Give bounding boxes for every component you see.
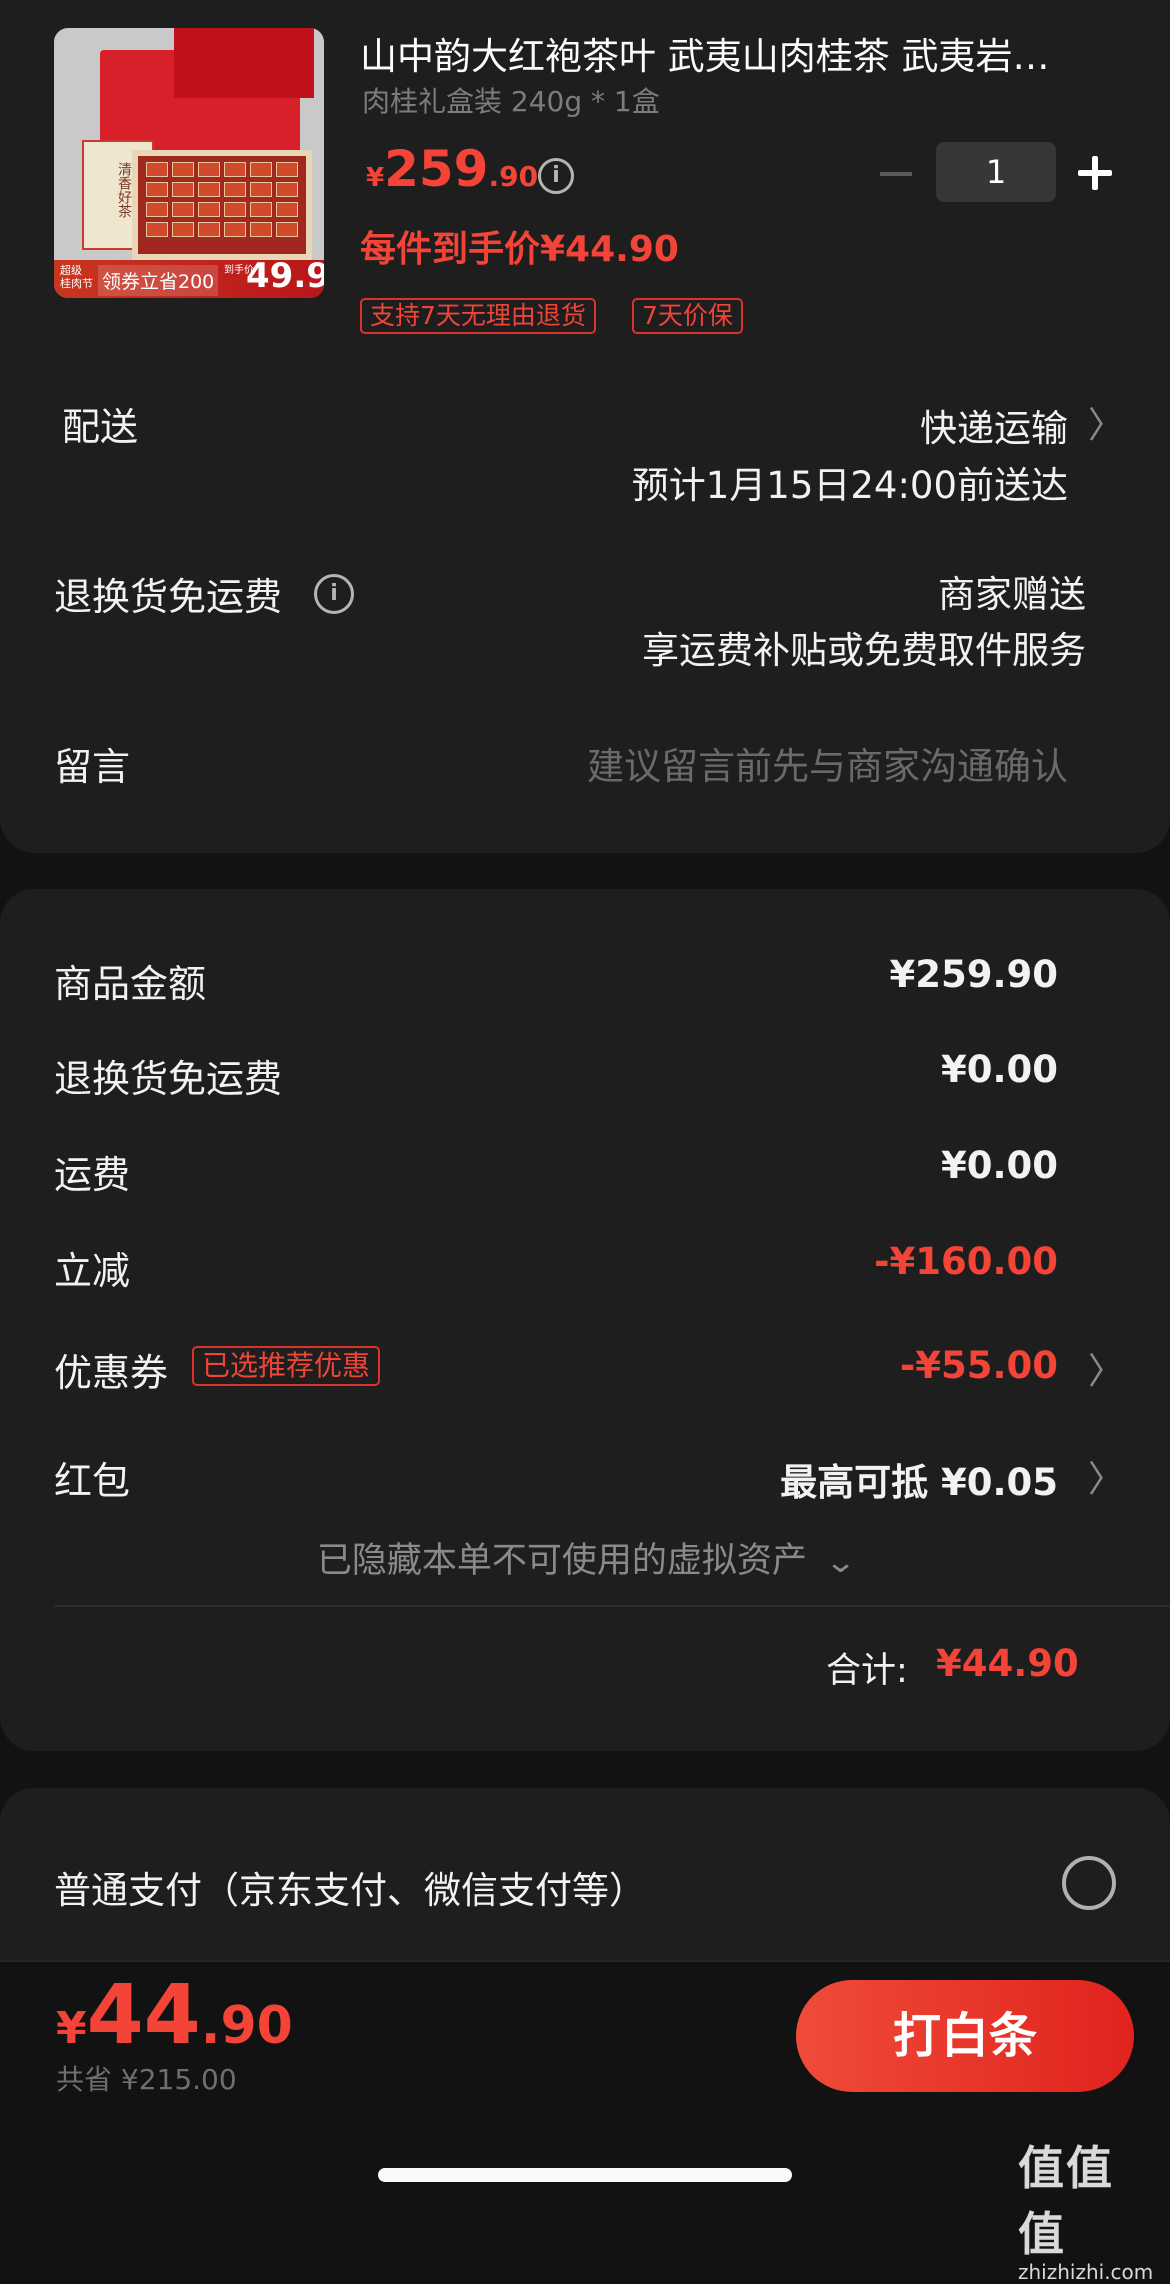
- watermark-domain: zhizhizhi.com: [1018, 2260, 1154, 2284]
- summary-divider: [54, 1605, 1170, 1607]
- summary-goods-value: ¥259.90: [889, 953, 1058, 996]
- radio-icon[interactable]: [1062, 1856, 1116, 1910]
- summary-goods-label: 商品金额: [54, 962, 207, 1006]
- chevron-right-icon[interactable]: 〉: [1088, 1450, 1124, 1502]
- coupon-label: 优惠券: [54, 1351, 169, 1395]
- unit-price-label: 每件到手价¥44.90: [360, 229, 679, 270]
- price-decimal: .90: [488, 160, 539, 193]
- return-shipping-label: 退换货免运费: [54, 575, 283, 619]
- product-title[interactable]: 山中韵大红袍茶叶 武夷山肉桂茶 武夷岩…: [360, 26, 1100, 80]
- info-icon[interactable]: i: [538, 158, 574, 194]
- chevron-down-icon: ⌄: [824, 1545, 857, 1580]
- quantity-input[interactable]: 1: [936, 142, 1056, 202]
- hidden-assets-toggle[interactable]: 已隐藏本单不可使用的虚拟资产 ⌄: [0, 1532, 1170, 1583]
- return-shipping-desc: 享运费补贴或免费取件服务: [642, 629, 1086, 672]
- checkout-total-integer: 44: [86, 1968, 201, 2063]
- delivery-label: 配送: [62, 405, 139, 449]
- gift-bag-image: [174, 28, 314, 98]
- price-integer: 259: [384, 140, 489, 198]
- saved-amount: 共省 ¥215.00: [56, 2063, 237, 2096]
- chevron-right-icon[interactable]: 〉: [1088, 396, 1124, 448]
- info-icon[interactable]: i: [314, 574, 354, 614]
- return-shipping-value: 商家赠送: [938, 573, 1086, 616]
- checkout-total-decimal: .90: [200, 1996, 293, 2056]
- home-indicator[interactable]: [378, 2168, 792, 2182]
- product-price: ¥259.90: [366, 140, 538, 198]
- thumb-price-value: 49.9: [246, 256, 324, 296]
- watermark-logo: 值值值 zhizhizhi.com: [1018, 2132, 1158, 2284]
- summary-discount-value: -¥160.00: [874, 1240, 1058, 1283]
- redpacket-value[interactable]: 最高可抵 ¥0.05: [698, 1452, 1058, 1506]
- price-protection-tag: 7天价保: [632, 298, 743, 334]
- chevron-right-icon[interactable]: 〉: [1088, 1342, 1124, 1394]
- delivery-eta: 预计1月15日24:00前送达: [631, 464, 1068, 507]
- thumb-coupon-text: 领券立省200: [98, 265, 219, 296]
- summary-return-value: ¥0.00: [940, 1048, 1058, 1091]
- checkout-total: ¥44.90: [56, 1968, 293, 2063]
- message-label: 留言: [54, 745, 131, 789]
- total-label: 合计:: [826, 1651, 908, 1691]
- coupon-value[interactable]: -¥55.00: [698, 1344, 1058, 1387]
- thumb-promo-strip: 超级 桂肉节 领券立省200 到手价 49.9: [54, 256, 324, 298]
- minus-icon[interactable]: [880, 172, 912, 176]
- summary-freight-value: ¥0.00: [940, 1144, 1058, 1187]
- plus-icon[interactable]: [1078, 156, 1112, 190]
- hidden-assets-text: 已隐藏本单不可使用的虚拟资产: [316, 1541, 807, 1581]
- redpacket-label: 红包: [54, 1459, 131, 1503]
- price-currency: ¥: [366, 163, 385, 193]
- watermark-title: 值值值: [1018, 2141, 1114, 2261]
- total-value: ¥44.90: [936, 1642, 1079, 1685]
- tea-tray-image: [132, 150, 312, 260]
- thumb-box-text: 清香好茶: [116, 162, 132, 218]
- summary-freight-label: 运费: [54, 1153, 131, 1197]
- coupon-selected-badge: 已选推荐优惠: [192, 1346, 381, 1386]
- delivery-method[interactable]: 快递运输: [700, 398, 1068, 452]
- pay-button[interactable]: 打白条: [796, 1980, 1134, 2092]
- product-spec[interactable]: 肉桂礼盒装 240g * 1盒: [362, 80, 660, 120]
- thumb-event-badge: 超级 桂肉节: [60, 264, 93, 290]
- summary-discount-label: 立减: [54, 1249, 131, 1293]
- price-summary-card: [0, 889, 1170, 1751]
- product-thumbnail[interactable]: 清香好茶 超级 桂肉节 领券立省200 到手价 49.9: [54, 28, 324, 298]
- summary-return-label: 退换货免运费: [54, 1057, 283, 1101]
- payment-option-label[interactable]: 普通支付（京东支付、微信支付等）: [54, 1860, 646, 1914]
- return-policy-tag: 支持7天无理由退货: [360, 298, 596, 334]
- checkout-currency: ¥: [56, 2003, 87, 2054]
- message-input[interactable]: 建议留言前先与商家沟通确认: [500, 736, 1068, 790]
